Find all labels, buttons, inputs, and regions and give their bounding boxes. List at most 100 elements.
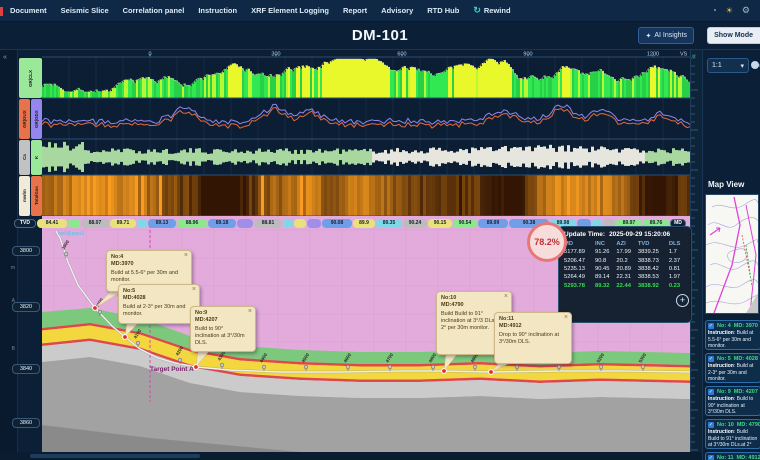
update-time-label: Update Time: <box>564 231 605 238</box>
sparkle-icon: ✦ <box>645 32 651 40</box>
instruction-card-no-4[interactable]: ✓No: 4MD: 3970Instruction: Build at 5.5-… <box>705 320 760 350</box>
close-icon[interactable]: × <box>248 308 252 317</box>
app-root: Document Seismic Slice Correlation panel In… <box>0 0 760 460</box>
horizontal-scrollbar[interactable] <box>0 452 702 460</box>
update-timestamp: 2025-09-29 15:20:06 <box>609 231 670 238</box>
callout-no-9: No:9MD:4207Build to 90° inclination at 3… <box>190 306 256 352</box>
well-plan-label: well@plan3 <box>58 231 84 237</box>
card-checkbox[interactable]: ✓ <box>708 389 714 395</box>
history-clock-icon[interactable]: ◔ <box>712 7 717 15</box>
instruction-card-list: ✓No: 4MD: 3970Instruction: Build at 5.5-… <box>705 320 760 460</box>
instruction-card-no-11[interactable]: ✓No: 11MD: 4912Instruction: Drop to 90° … <box>705 452 760 460</box>
tvd-axis-label-3800: 3800 <box>12 246 40 256</box>
strip-pill-16: 90.24 <box>403 219 427 228</box>
scale-slider[interactable] <box>753 64 760 67</box>
track-chip-gr-gux[interactable]: GR|GUX <box>19 99 30 139</box>
strip-pill-8 <box>237 219 253 228</box>
top-nav: Document Seismic Slice Correlation panel In… <box>0 0 760 22</box>
nav-item-correlation-panel[interactable]: Correlation panel <box>123 6 185 15</box>
close-icon[interactable]: × <box>564 314 568 323</box>
zoom-ratio-value: 1:1 <box>712 62 722 69</box>
strip-pill-5: 89.13 <box>148 219 176 228</box>
track-chip-k[interactable]: K <box>31 140 42 175</box>
survey-row: 5235.1390.4520.893838.420.81 <box>564 265 686 273</box>
strip-left-label: TVD <box>14 219 36 228</box>
ai-insights-label: AI Insights <box>654 32 687 39</box>
track-label-column: GR|CLXGR|GUXGR|GDXCaKmwlmTotalGas <box>18 57 42 216</box>
nav-item-seismic-slice[interactable]: Seismic Slice <box>61 6 109 15</box>
ai-insights-button[interactable]: ✦AI Insights <box>638 27 694 44</box>
card-checkbox[interactable]: ✓ <box>708 323 714 329</box>
callout-md: MD:4912 <box>499 323 567 330</box>
card-no: No: 11 <box>717 455 734 460</box>
nav-item-instruction[interactable]: Instruction <box>198 6 237 15</box>
track-chip-gr-clx[interactable]: GR|CLX <box>19 58 42 98</box>
log-tracks-chart[interactable]: 03006009001200VS <box>42 50 690 216</box>
nav-item-advisory[interactable]: Advisory <box>381 6 413 15</box>
nav-accent-mark <box>0 7 3 16</box>
close-icon[interactable]: × <box>192 286 196 295</box>
card-checkbox[interactable]: ✓ <box>708 356 714 362</box>
rail-item-2: B <box>12 346 15 352</box>
rewind-label: Rewind <box>484 6 511 15</box>
zoom-ratio-select[interactable]: 1:1▾ <box>707 58 749 73</box>
card-checkbox[interactable]: ✓ <box>708 455 714 460</box>
map-thumbnail[interactable] <box>705 194 759 314</box>
callout-no: No:11 <box>499 316 567 323</box>
strip-pill-1 <box>68 219 80 228</box>
track-chip-ca[interactable]: Ca <box>19 140 30 175</box>
nav-item-rtd-hub[interactable]: RTD Hub <box>427 6 459 15</box>
callout-text: Drop to 90° inclination at 3°/30m DLS. <box>499 332 567 346</box>
slider-knob[interactable] <box>751 61 759 69</box>
survey-row: 5264.4989.1422.313838.531.97 <box>564 273 686 281</box>
callout-md: MD:4207 <box>195 317 251 324</box>
nav-item-rewind[interactable]: ↻Rewind <box>473 5 510 16</box>
settings-gear-icon[interactable]: ⚙ <box>742 6 750 15</box>
title-bar: DM-101 ✦AI Insights Show Mode <box>0 22 760 50</box>
callout-no-11: No:11MD:4912 Drop to 90° inclination at 3… <box>494 312 572 364</box>
close-icon[interactable]: × <box>504 293 508 302</box>
col-dls: DLS <box>669 240 686 248</box>
strip-pill-15: 89.35 <box>376 219 402 228</box>
strip-pill-12 <box>307 219 321 228</box>
target-point-label: Target Point A <box>150 366 194 373</box>
track-chip-mwlm[interactable]: mwlm <box>19 176 30 216</box>
instruction-card-no-9[interactable]: ✓No: 9MD: 4207Instruction: Build to 90° … <box>705 386 760 416</box>
show-mode-button[interactable]: Show Mode <box>707 27 760 44</box>
rewind-icon: ↻ <box>473 5 481 16</box>
theme-sun-icon[interactable]: ☀ <box>726 7 733 15</box>
nav-icon-group: ◔ ☀ ⚙ <box>712 6 760 15</box>
callout-no-5: No:5MD:4028Build at 2-3° per 30m and mon… <box>118 284 200 324</box>
instruction-card-no-10[interactable]: ✓No: 10MD: 4790Instruction: Build Build … <box>705 419 760 449</box>
track-chip-totalgas[interactable]: TotalGas <box>31 176 42 216</box>
tvd-axis-label-3820: 3820 <box>12 302 40 312</box>
track-chip-row-0: GR|CLX <box>18 57 42 98</box>
progress-percent-badge: 78.2% <box>527 222 567 262</box>
card-no: No: 9 <box>717 389 731 395</box>
callout-text: Build at 5.5-6° per 30m and monitor. <box>111 270 187 284</box>
card-md: MD: 4207 <box>734 389 758 395</box>
collapse-right-icon[interactable]: « <box>692 53 696 60</box>
callout-text: Build at 2-3° per 30m and monitor. <box>123 304 195 318</box>
strip-pill-0: 84.41 <box>37 219 67 228</box>
callout-md: MD:3970 <box>111 261 187 268</box>
callout-text: Build to 90° inclination at 3°/30m DLS. <box>195 326 251 347</box>
nav-item-report[interactable]: Report <box>343 6 367 15</box>
card-no: No: 10 <box>717 422 734 428</box>
close-icon[interactable]: × <box>184 252 188 261</box>
nav-item-xrf-element-logging[interactable]: XRF Element Logging <box>251 6 329 15</box>
instruction-card-no-5[interactable]: ✓No: 5MD: 4028Instruction: Build at 2-3°… <box>705 353 760 383</box>
tvd-axis-label-3860: 3860 <box>12 418 40 428</box>
collapse-left-icon[interactable]: « <box>3 54 7 61</box>
scrollbar-thumb[interactable] <box>30 454 200 458</box>
nav-item-document[interactable]: Document <box>10 6 47 15</box>
card-checkbox[interactable]: ✓ <box>708 422 714 428</box>
strip-pill-10 <box>283 219 293 228</box>
col-inc: INC <box>595 240 616 248</box>
col-md: MD <box>564 240 595 248</box>
strip-pill-13: 90.08 <box>322 219 352 228</box>
expand-plus-button[interactable]: + <box>676 294 689 307</box>
track-chip-gr-gdx[interactable]: GR|GDX <box>31 99 42 139</box>
callout-no: No:10 <box>441 295 507 302</box>
card-md: MD: 4912 <box>737 455 760 460</box>
